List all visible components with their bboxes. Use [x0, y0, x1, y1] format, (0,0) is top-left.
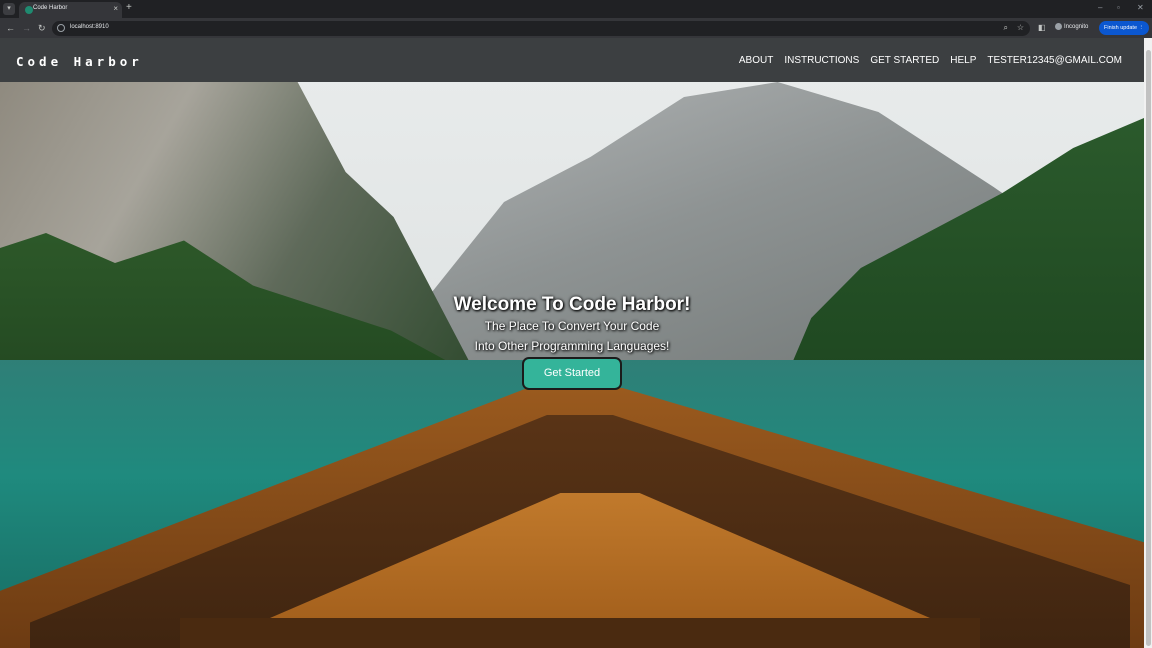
nav-get-started[interactable]: GET STARTED — [870, 55, 939, 66]
nav-help[interactable]: HELP — [950, 55, 976, 66]
site-brand[interactable]: Code Harbor — [16, 54, 143, 69]
browser-tabbar: ▾ Code Harbor × + – ▫ ✕ — [0, 0, 1152, 18]
site-info-icon[interactable] — [57, 24, 65, 32]
nav-user-email[interactable]: TESTER12345@GMAIL.COM — [987, 55, 1122, 66]
incognito-indicator[interactable]: Incognito — [1055, 23, 1088, 30]
nav-links: ABOUT INSTRUCTIONS GET STARTED HELP TEST… — [739, 55, 1122, 66]
restore-icon[interactable]: ▫ — [1117, 3, 1120, 12]
url-text: localhost:8910 — [70, 24, 109, 30]
tab-title: Code Harbor — [33, 5, 68, 11]
scrollbar-thumb[interactable] — [1146, 50, 1151, 646]
page-viewport: Code Harbor ABOUT INSTRUCTIONS GET START… — [0, 38, 1152, 648]
nav-about[interactable]: ABOUT — [739, 55, 773, 66]
minimize-icon[interactable]: – — [1098, 3, 1102, 12]
browser-toolbar: ← → ↻ localhost:8910 ⌕ ☆ ◧ Incognito Fin… — [0, 18, 1152, 38]
favicon-icon — [25, 6, 33, 14]
site-navbar: Code Harbor ABOUT INSTRUCTIONS GET START… — [0, 38, 1144, 82]
browser-tab[interactable]: Code Harbor × — [19, 2, 122, 18]
address-bar[interactable]: localhost:8910 ⌕ ☆ — [52, 21, 1030, 36]
window-close-icon[interactable]: ✕ — [1137, 3, 1144, 12]
nav-instructions[interactable]: INSTRUCTIONS — [784, 55, 859, 66]
hero-subtitle-line2: Into Other Programming Languages! — [474, 339, 670, 353]
finish-update-button[interactable]: Finish update ⋮ — [1099, 21, 1149, 35]
get-started-button[interactable]: Get Started — [522, 357, 622, 390]
tab-close-icon[interactable]: × — [113, 4, 118, 13]
back-icon[interactable]: ← — [6, 22, 15, 34]
incognito-icon — [1055, 23, 1062, 30]
bookmark-star-icon[interactable]: ☆ — [1017, 23, 1024, 32]
incognito-label: Incognito — [1064, 24, 1089, 31]
finish-update-label: Finish update — [1104, 25, 1138, 31]
hero-subtitle-line1: The Place To Convert Your Code — [484, 319, 660, 333]
tab-search-icon[interactable]: ▾ — [3, 3, 15, 15]
forward-icon[interactable]: → — [22, 22, 31, 34]
page-scrollbar[interactable] — [1144, 38, 1152, 648]
zoom-icon[interactable]: ⌕ — [1004, 23, 1008, 33]
hero-title: Welcome To Code Harbor! — [453, 294, 691, 315]
reload-icon[interactable]: ↻ — [38, 22, 46, 34]
new-tab-icon[interactable]: + — [126, 2, 132, 13]
side-panel-icon[interactable]: ◧ — [1038, 22, 1046, 34]
